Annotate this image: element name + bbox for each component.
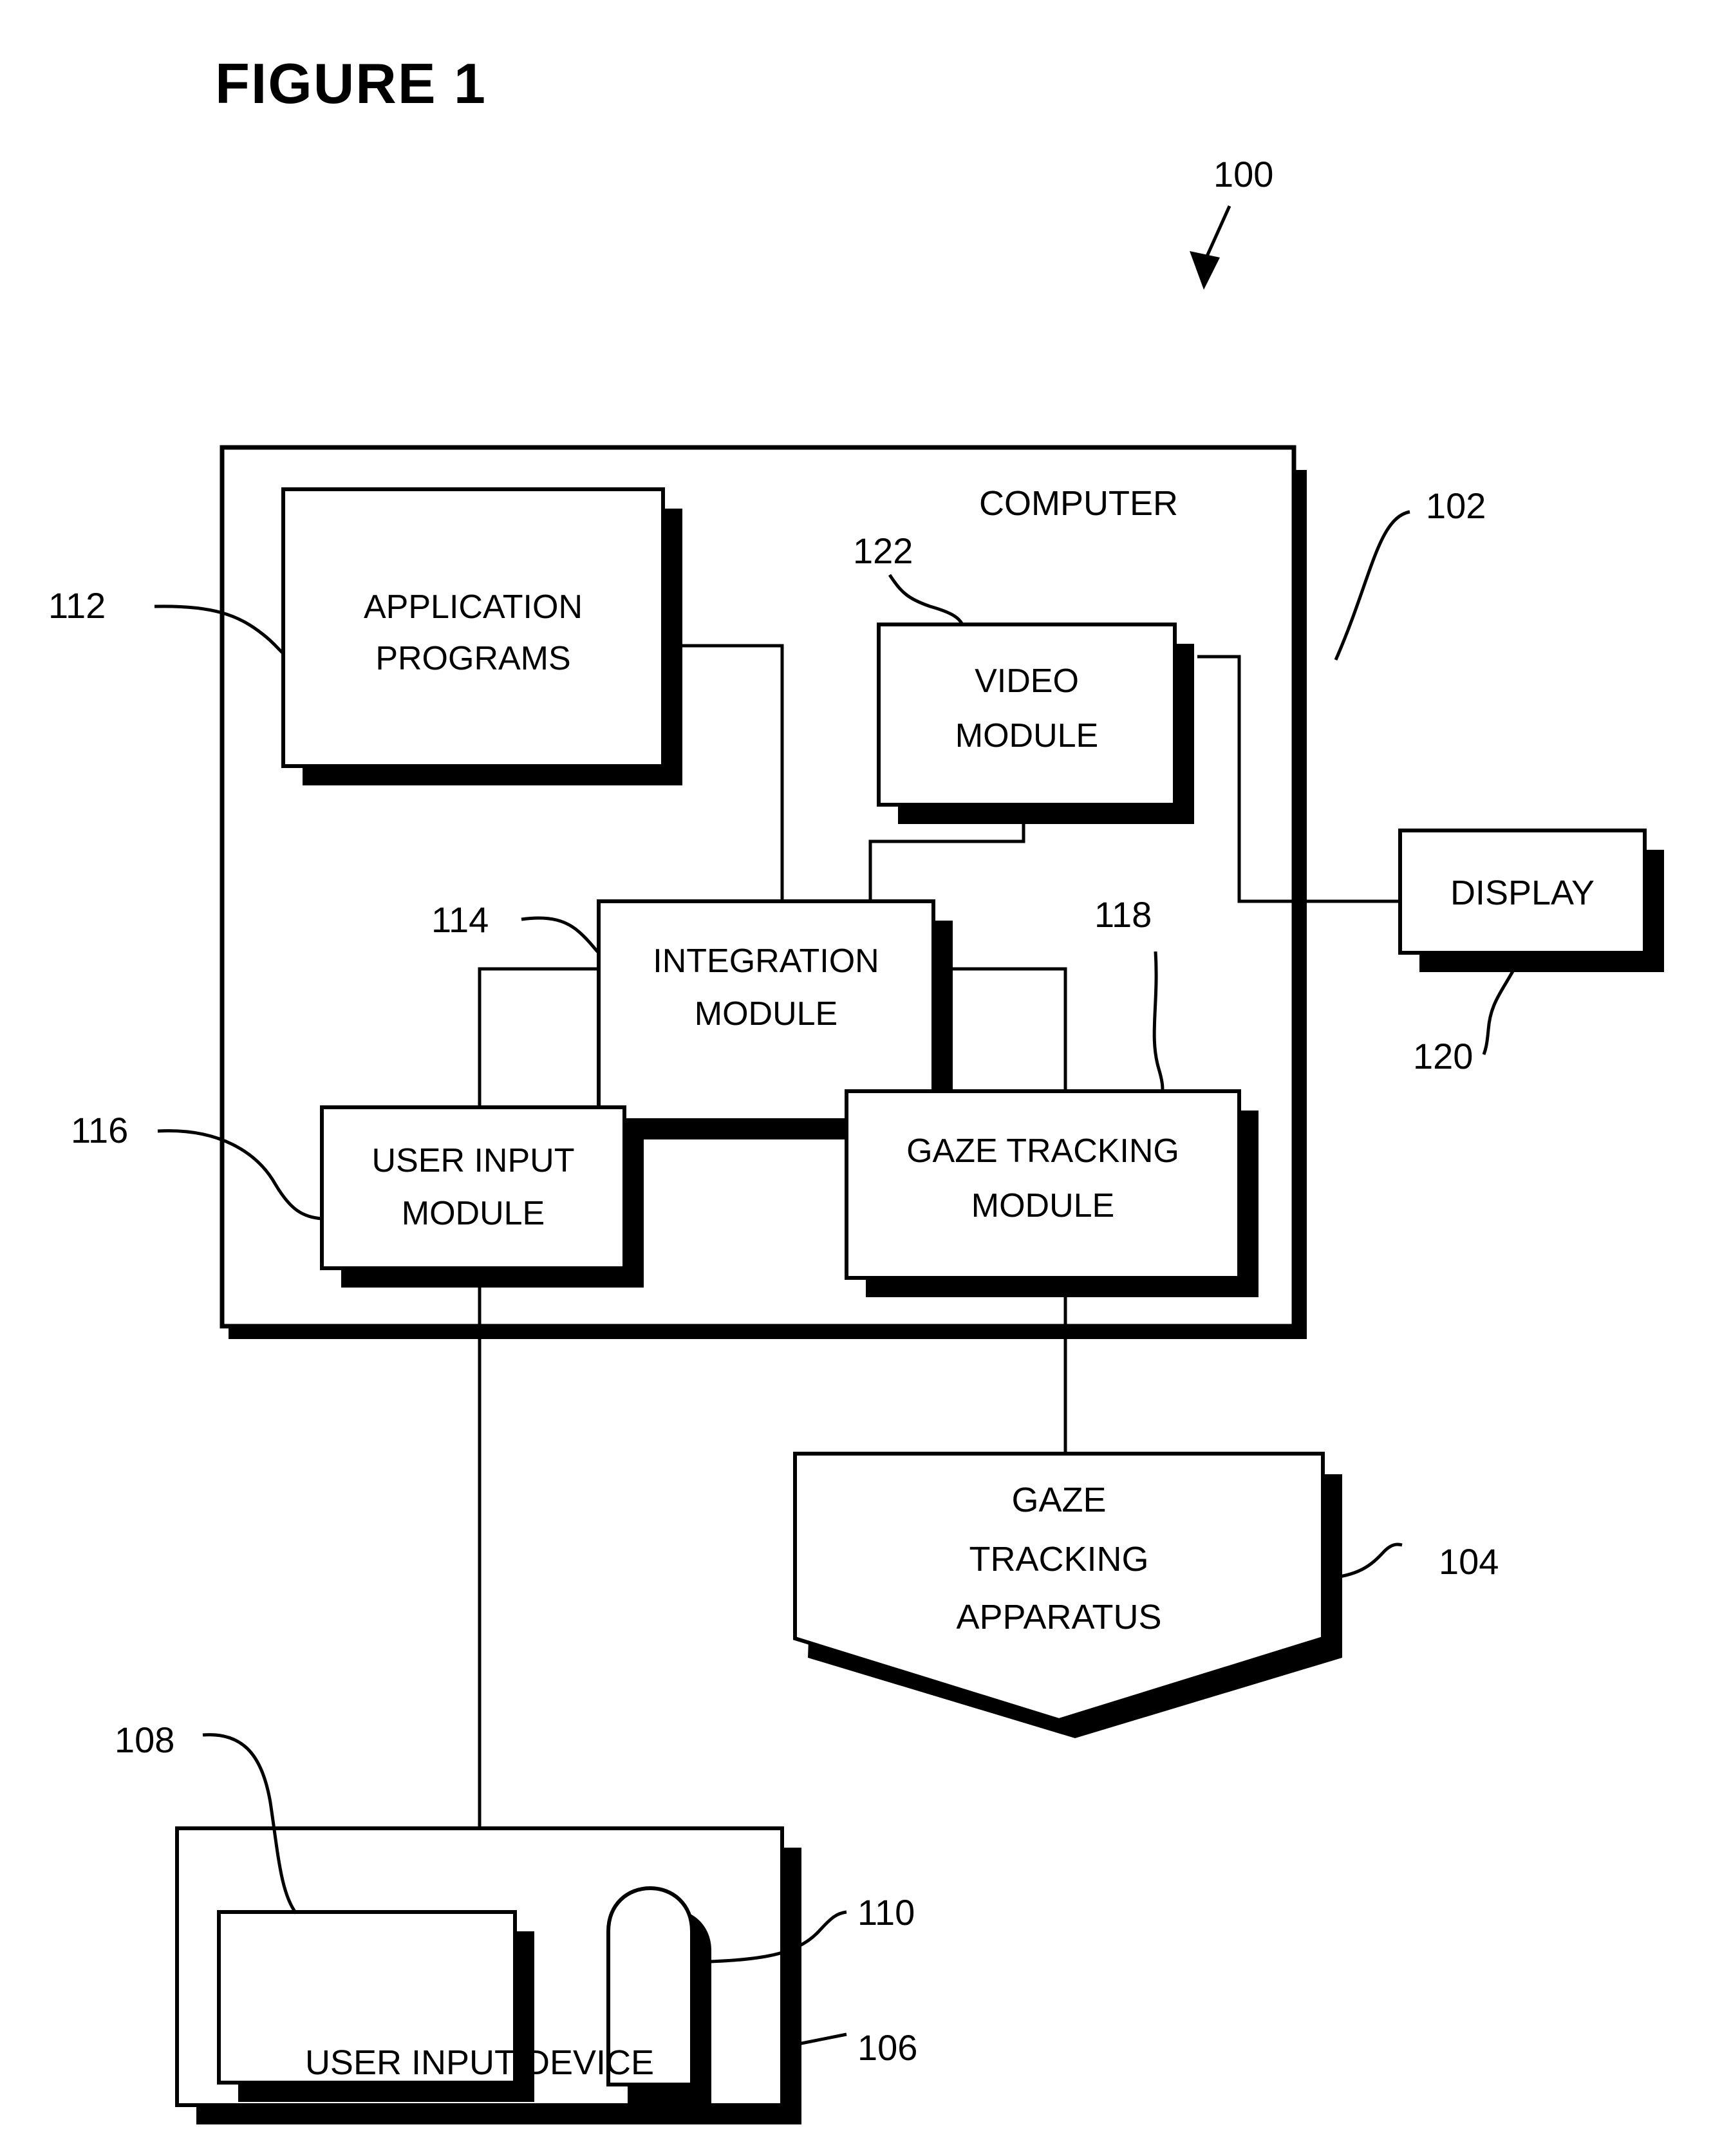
ref-100-label: 100	[1213, 154, 1273, 194]
ref-116-leader	[157, 1129, 323, 1221]
video-module-label-line2: MODULE	[955, 717, 1098, 755]
gaze-tracking-module-box	[845, 1089, 1241, 1280]
video-module-box	[877, 623, 1177, 807]
ref-102-leader	[1334, 510, 1410, 661]
computer-label: COMPUTER	[979, 484, 1178, 523]
ref-104-label: 104	[1439, 1541, 1499, 1582]
ref-100-arrowhead	[1190, 251, 1220, 290]
ref-122-leader	[888, 574, 964, 626]
ref-116-label: 116	[71, 1110, 128, 1150]
gaze-tracking-apparatus-label-line3: APPARATUS	[956, 1598, 1161, 1636]
connector-integration-userinput	[478, 967, 599, 1107]
ref-102-label: 102	[1426, 485, 1486, 526]
ref-114-label: 114	[431, 899, 489, 940]
user-input-module-label-line1: USER INPUT	[372, 1142, 575, 1179]
gaze-tracking-module-label-line1: GAZE TRACKING	[906, 1132, 1179, 1170]
user-input-module-box	[320, 1105, 626, 1270]
gaze-tracking-apparatus-label-line2: TRACKING	[969, 1540, 1148, 1579]
figure-1-block-diagram: FIGURE 1 100 COMPUTER 102 APPLICATION PR…	[48, 52, 1664, 2124]
video-module-label-line1: VIDEO	[975, 662, 1079, 700]
connector-appprograms-integration	[682, 644, 784, 901]
figure-title: FIGURE 1	[215, 52, 487, 115]
ref-112-label: 112	[48, 585, 106, 626]
ref-114-leader	[521, 916, 600, 954]
ref-108-label: 108	[115, 1720, 174, 1760]
ref-120-label: 120	[1413, 1036, 1473, 1076]
application-programs-label-line1: APPLICATION	[364, 588, 583, 626]
user-input-module-label-line2: MODULE	[402, 1195, 545, 1232]
patent-figure-root: FIGURE 1 100 COMPUTER 102 APPLICATION PR…	[0, 0, 1731, 2156]
integration-module-label-line1: INTEGRATION	[653, 942, 879, 980]
display-label: DISPLAY	[1450, 874, 1595, 912]
connector-integration-gaze	[940, 967, 1067, 1091]
gaze-tracking-apparatus-label-line1: GAZE	[1011, 1481, 1106, 1519]
gaze-tracking-module-label-line2: MODULE	[971, 1187, 1114, 1224]
application-programs-label-line2: PROGRAMS	[375, 640, 570, 677]
application-programs-box	[281, 487, 665, 768]
ref-112-leader	[154, 605, 285, 655]
ref-106-label: 106	[857, 2027, 917, 2068]
ref-110-label: 110	[857, 1892, 915, 1933]
user-input-device-label: USER INPUT DEVICE	[305, 2043, 654, 2082]
ref-122-label: 122	[853, 530, 913, 571]
integration-module-label-line2: MODULE	[695, 995, 837, 1033]
ref-120-leader	[1482, 964, 1518, 1055]
ref-118-label: 118	[1094, 894, 1152, 935]
ref-118-leader	[1152, 951, 1165, 1092]
